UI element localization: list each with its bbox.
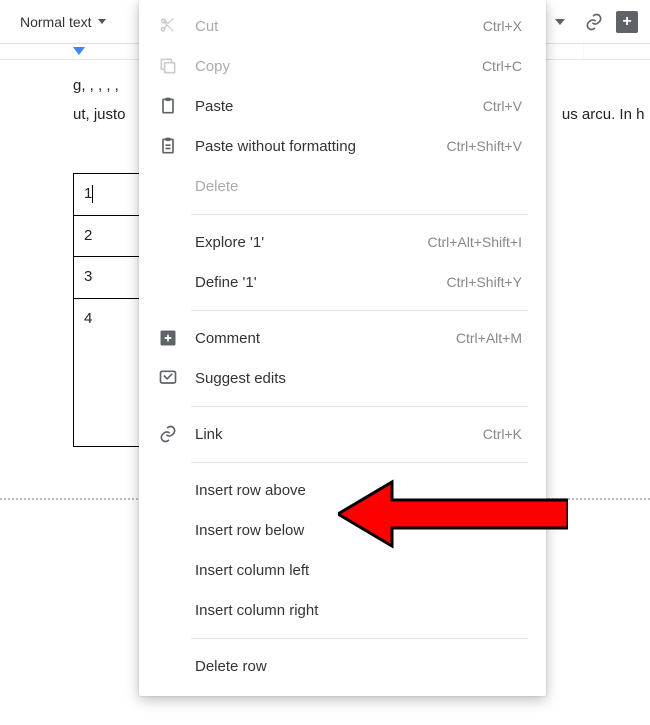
copy-icon <box>157 55 179 77</box>
toolbar-right: + <box>548 10 638 34</box>
menu-item-label: Paste without formatting <box>195 138 447 155</box>
menu-item-label: Define '1' <box>195 274 447 291</box>
insert-link-button[interactable] <box>582 10 606 34</box>
menu-separator <box>191 214 528 215</box>
menu-item-label: Insert row below <box>195 522 522 539</box>
cut-icon <box>157 15 179 37</box>
menu-item-label: Insert column left <box>195 562 522 579</box>
menu-separator <box>191 462 528 463</box>
menu-item-label: Link <box>195 426 483 443</box>
menu-item-label: Delete <box>195 178 522 195</box>
menu-item-label: Delete row <box>195 658 522 675</box>
blank-icon <box>157 599 179 621</box>
menu-item-label: Copy <box>195 58 482 75</box>
blank-icon <box>157 231 179 253</box>
indent-marker-icon[interactable] <box>73 47 85 55</box>
paragraph-style-label: Normal text <box>20 14 92 30</box>
menu-item-delete: Delete <box>139 166 546 206</box>
menu-item-copy: Copy Ctrl+C <box>139 46 546 86</box>
menu-item-label: Insert column right <box>195 602 522 619</box>
menu-item-label: Paste <box>195 98 483 115</box>
link-icon <box>157 423 179 445</box>
menu-item-cut: Cut Ctrl+X <box>139 6 546 46</box>
menu-item-link[interactable]: Link Ctrl+K <box>139 414 546 454</box>
menu-item-insert-row-above[interactable]: Insert row above <box>139 470 546 510</box>
menu-item-insert-row-below[interactable]: Insert row below <box>139 510 546 550</box>
menu-item-paste[interactable]: Paste Ctrl+V <box>139 86 546 126</box>
comment-icon <box>157 327 179 349</box>
menu-item-shortcut: Ctrl+X <box>483 18 522 34</box>
add-comment-button[interactable]: + <box>616 11 638 33</box>
paste-icon <box>157 95 179 117</box>
menu-item-shortcut: Ctrl+C <box>482 58 522 74</box>
menu-item-label: Insert row above <box>195 482 522 499</box>
menu-item-paste-plain[interactable]: Paste without formatting Ctrl+Shift+V <box>139 126 546 166</box>
blank-icon <box>157 479 179 501</box>
chevron-down-icon <box>98 19 106 24</box>
menu-item-delete-row[interactable]: Delete row <box>139 646 546 686</box>
suggest-icon <box>157 367 179 389</box>
menu-separator <box>191 406 528 407</box>
more-dropdown-icon[interactable] <box>548 10 572 34</box>
blank-icon <box>157 519 179 541</box>
menu-separator <box>191 638 528 639</box>
menu-item-comment[interactable]: Comment Ctrl+Alt+M <box>139 318 546 358</box>
blank-icon <box>157 559 179 581</box>
document-line: us arcu. In h <box>562 106 645 123</box>
context-menu: Cut Ctrl+X Copy Ctrl+C Paste Ctrl+V Past… <box>139 0 546 696</box>
menu-item-define[interactable]: Define '1' Ctrl+Shift+Y <box>139 262 546 302</box>
menu-separator <box>191 310 528 311</box>
menu-item-shortcut: Ctrl+K <box>483 426 522 442</box>
menu-item-shortcut: Ctrl+V <box>483 98 522 114</box>
menu-item-label: Explore '1' <box>195 234 427 251</box>
menu-item-shortcut: Ctrl+Shift+Y <box>447 274 522 290</box>
paragraph-style-dropdown[interactable]: Normal text <box>12 10 114 34</box>
menu-item-shortcut: Ctrl+Shift+V <box>447 138 522 154</box>
document-line: ut, justo <box>73 106 126 123</box>
blank-icon <box>157 175 179 197</box>
blank-icon <box>157 655 179 677</box>
menu-item-insert-column-right[interactable]: Insert column right <box>139 590 546 630</box>
paste-plain-icon <box>157 135 179 157</box>
menu-item-label: Suggest edits <box>195 370 522 387</box>
menu-item-label: Comment <box>195 330 456 347</box>
menu-item-shortcut: Ctrl+Alt+M <box>456 330 522 346</box>
blank-icon <box>157 271 179 293</box>
context-menu-scroll[interactable]: Cut Ctrl+X Copy Ctrl+C Paste Ctrl+V Past… <box>139 6 546 696</box>
menu-item-label: Cut <box>195 18 483 35</box>
menu-item-insert-column-left[interactable]: Insert column left <box>139 550 546 590</box>
menu-item-explore[interactable]: Explore '1' Ctrl+Alt+Shift+I <box>139 222 546 262</box>
menu-item-suggest[interactable]: Suggest edits <box>139 358 546 398</box>
menu-item-shortcut: Ctrl+Alt+Shift+I <box>427 234 522 250</box>
